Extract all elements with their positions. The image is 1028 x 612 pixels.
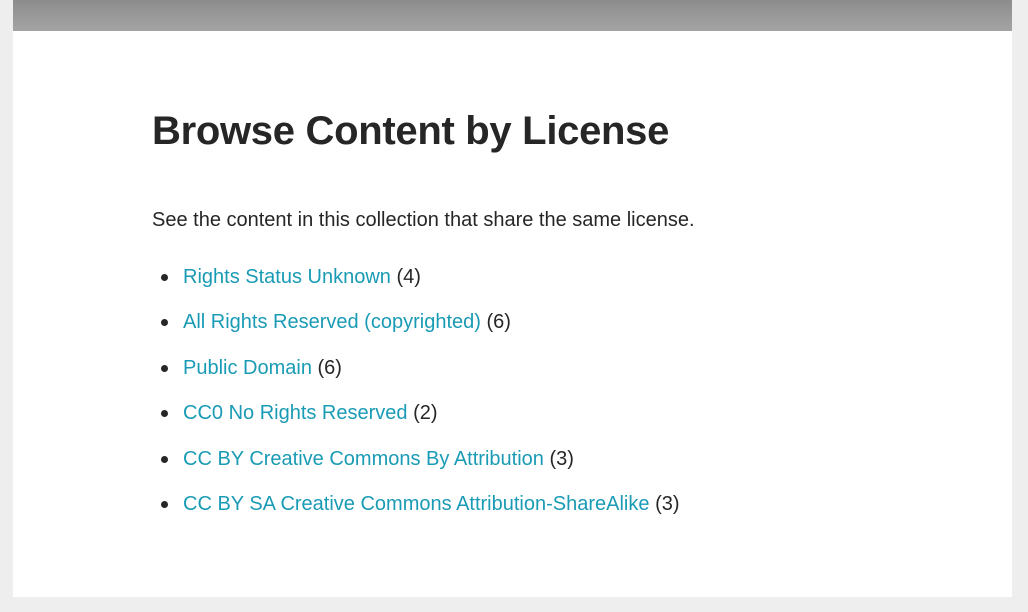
license-item-cc-by-sa: CC BY SA Creative Commons Attribution-Sh… bbox=[152, 491, 680, 536]
license-link-all-rights-reserved[interactable]: All Rights Reserved (copyrighted) bbox=[183, 311, 481, 333]
license-link-rights-status-unknown[interactable]: Rights Status Unknown bbox=[183, 266, 391, 288]
license-count: (2) bbox=[413, 402, 438, 425]
license-count: (3) bbox=[655, 492, 680, 515]
license-link-cc-by[interactable]: CC BY Creative Commons By Attribution bbox=[183, 448, 544, 470]
bullet-icon bbox=[161, 364, 168, 372]
license-list: Rights Status Unknown (4) All Rights Res… bbox=[152, 264, 680, 536]
header-banner-image bbox=[13, 0, 1012, 31]
license-item-public-domain: Public Domain (6) bbox=[152, 355, 680, 400]
license-link-cc0[interactable]: CC0 No Rights Reserved bbox=[183, 402, 408, 424]
license-count: (3) bbox=[549, 447, 574, 470]
license-count: (4) bbox=[396, 266, 421, 288]
license-link-cc-by-sa[interactable]: CC BY SA Creative Commons Attribution-Sh… bbox=[183, 493, 650, 515]
bullet-icon bbox=[161, 319, 168, 327]
main-content-panel: Browse Content by License See the conten… bbox=[13, 31, 1012, 597]
license-count: (6) bbox=[317, 356, 342, 379]
intro-text: See the content in this collection that … bbox=[152, 209, 695, 231]
license-item-rights-status-unknown: Rights Status Unknown (4) bbox=[152, 264, 680, 309]
license-link-public-domain[interactable]: Public Domain bbox=[183, 357, 312, 379]
page-title: Browse Content by License bbox=[152, 109, 670, 153]
bullet-icon bbox=[161, 274, 168, 281]
license-item-cc0: CC0 No Rights Reserved (2) bbox=[152, 400, 680, 445]
license-item-cc-by: CC BY Creative Commons By Attribution (3… bbox=[152, 446, 680, 491]
license-count: (6) bbox=[486, 311, 511, 334]
license-item-all-rights-reserved: All Rights Reserved (copyrighted) (6) bbox=[152, 309, 680, 354]
bullet-icon bbox=[161, 410, 168, 418]
bullet-icon bbox=[161, 500, 168, 508]
bullet-icon bbox=[161, 455, 168, 463]
